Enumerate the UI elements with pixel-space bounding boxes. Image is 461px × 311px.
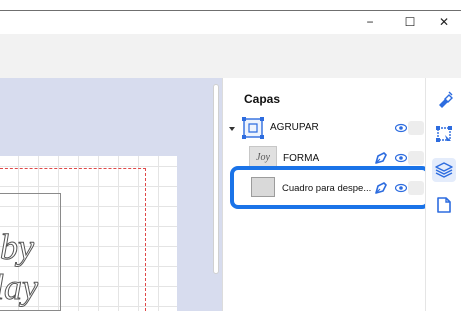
- layer-name-shape: FORMA: [283, 153, 320, 164]
- paint-icon[interactable]: [432, 88, 456, 112]
- layers-panel-title: Capas: [244, 92, 281, 106]
- canvas-scrollbar-thumb[interactable]: [213, 84, 219, 274]
- transform-icon[interactable]: [432, 122, 456, 146]
- page-icon[interactable]: [432, 193, 456, 217]
- window-top-border: [0, 10, 461, 11]
- toolbar: [0, 34, 461, 78]
- caret-down-icon[interactable]: [228, 125, 236, 133]
- cut-margin-line-horizontal: [0, 168, 146, 169]
- eye-icon[interactable]: [395, 153, 407, 163]
- maximize-button[interactable]: ☐: [398, 12, 422, 32]
- selection-highlight: [230, 166, 430, 209]
- layers-panel: Capas AGRUPAR Joy FORMA Cuadro para desp…: [222, 78, 430, 311]
- layer-row-group[interactable]: AGRUPAR: [223, 114, 426, 142]
- design-boundary[interactable]: [0, 193, 61, 311]
- visibility-toggle[interactable]: [408, 121, 424, 135]
- minimize-button[interactable]: −: [358, 12, 382, 32]
- layers-icon[interactable]: [432, 158, 456, 182]
- layer-name-group: AGRUPAR: [270, 122, 319, 133]
- thumbnail-text: Joy: [256, 151, 270, 163]
- cut-margin-line-vertical: [145, 168, 146, 311]
- group-icon: [242, 117, 264, 139]
- pen-icon[interactable]: [374, 151, 388, 165]
- layer-thumbnail-shape: Joy: [249, 146, 277, 168]
- eye-icon[interactable]: [395, 123, 407, 133]
- close-button[interactable]: ✕: [432, 12, 456, 32]
- title-bar: − ☐ ✕: [0, 0, 461, 34]
- right-sidebar: [425, 78, 461, 311]
- visibility-toggle[interactable]: [408, 151, 424, 165]
